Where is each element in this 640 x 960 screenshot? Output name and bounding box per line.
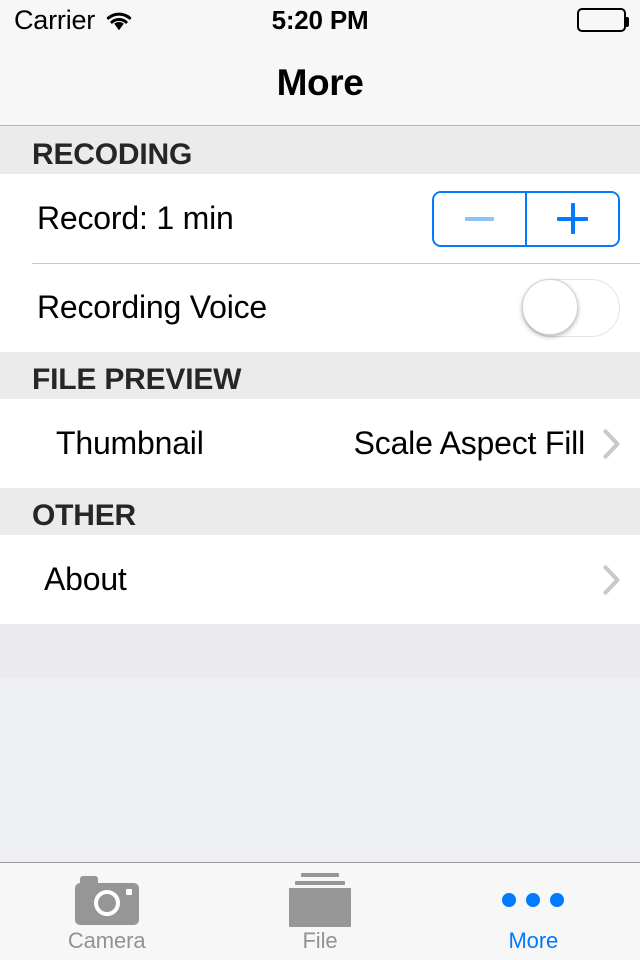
tab-camera[interactable]: Camera <box>0 863 213 960</box>
section-cells-recoding: Record: 1 min Recording Voice <box>0 174 640 352</box>
status-bar: Carrier 5:20 PM <box>0 0 640 40</box>
tab-more-label: More <box>508 928 559 953</box>
row-record-duration-label: Record: 1 min <box>37 200 234 236</box>
row-thumbnail[interactable]: Thumbnail Scale Aspect Fill <box>0 399 640 488</box>
wifi-icon <box>105 10 133 31</box>
recording-voice-toggle[interactable] <box>522 278 620 337</box>
tab-bar: Camera File More <box>0 862 640 960</box>
row-about[interactable]: About <box>0 535 640 624</box>
row-about-label: About <box>44 561 127 597</box>
minus-icon <box>465 216 494 221</box>
section-header-label: OTHER <box>32 499 137 532</box>
stepper-increment-button[interactable] <box>525 192 618 245</box>
record-duration-stepper[interactable] <box>432 190 620 247</box>
file-stack-icon <box>288 873 352 927</box>
ellipsis-icon <box>502 893 565 907</box>
chevron-right-icon <box>603 428 620 459</box>
section-cells-other: About <box>0 535 640 624</box>
section-header-label: RECODING <box>32 138 193 171</box>
row-thumbnail-value: Scale Aspect Fill <box>353 425 586 461</box>
plus-icon <box>557 203 588 234</box>
row-record-duration[interactable]: Record: 1 min <box>0 174 640 263</box>
carrier-label: Carrier <box>14 4 96 35</box>
section-header-file-preview: FILE PREVIEW <box>0 352 640 399</box>
page-title: More <box>276 61 364 103</box>
table-empty-area <box>0 679 640 862</box>
stepper-decrement-button[interactable] <box>434 192 525 245</box>
camera-icon <box>74 875 139 925</box>
section-header-recoding: RECODING <box>0 127 640 174</box>
tab-more[interactable]: More <box>427 863 640 960</box>
tab-camera-label: Camera <box>67 928 146 953</box>
tab-file-label: File <box>302 928 338 953</box>
section-header-label: FILE PREVIEW <box>32 363 242 396</box>
status-bar-left: Carrier <box>14 4 133 35</box>
navigation-bar: More <box>0 40 640 126</box>
tab-file[interactable]: File <box>213 863 426 960</box>
section-cells-file-preview: Thumbnail Scale Aspect Fill <box>0 399 640 488</box>
table-footer-band <box>0 624 640 679</box>
row-thumbnail-label: Thumbnail <box>56 425 204 461</box>
app-screen: Carrier 5:20 PM More RECODING Record: 1 … <box>0 0 640 960</box>
row-recording-voice-label: Recording Voice <box>37 289 268 325</box>
row-recording-voice[interactable]: Recording Voice <box>0 263 640 352</box>
toggle-knob <box>522 278 578 335</box>
settings-table: RECODING Record: 1 min Recording Voice F… <box>0 127 640 862</box>
battery-icon <box>577 8 629 32</box>
status-bar-right <box>577 8 629 32</box>
section-header-other: OTHER <box>0 488 640 535</box>
chevron-right-icon <box>603 564 620 595</box>
